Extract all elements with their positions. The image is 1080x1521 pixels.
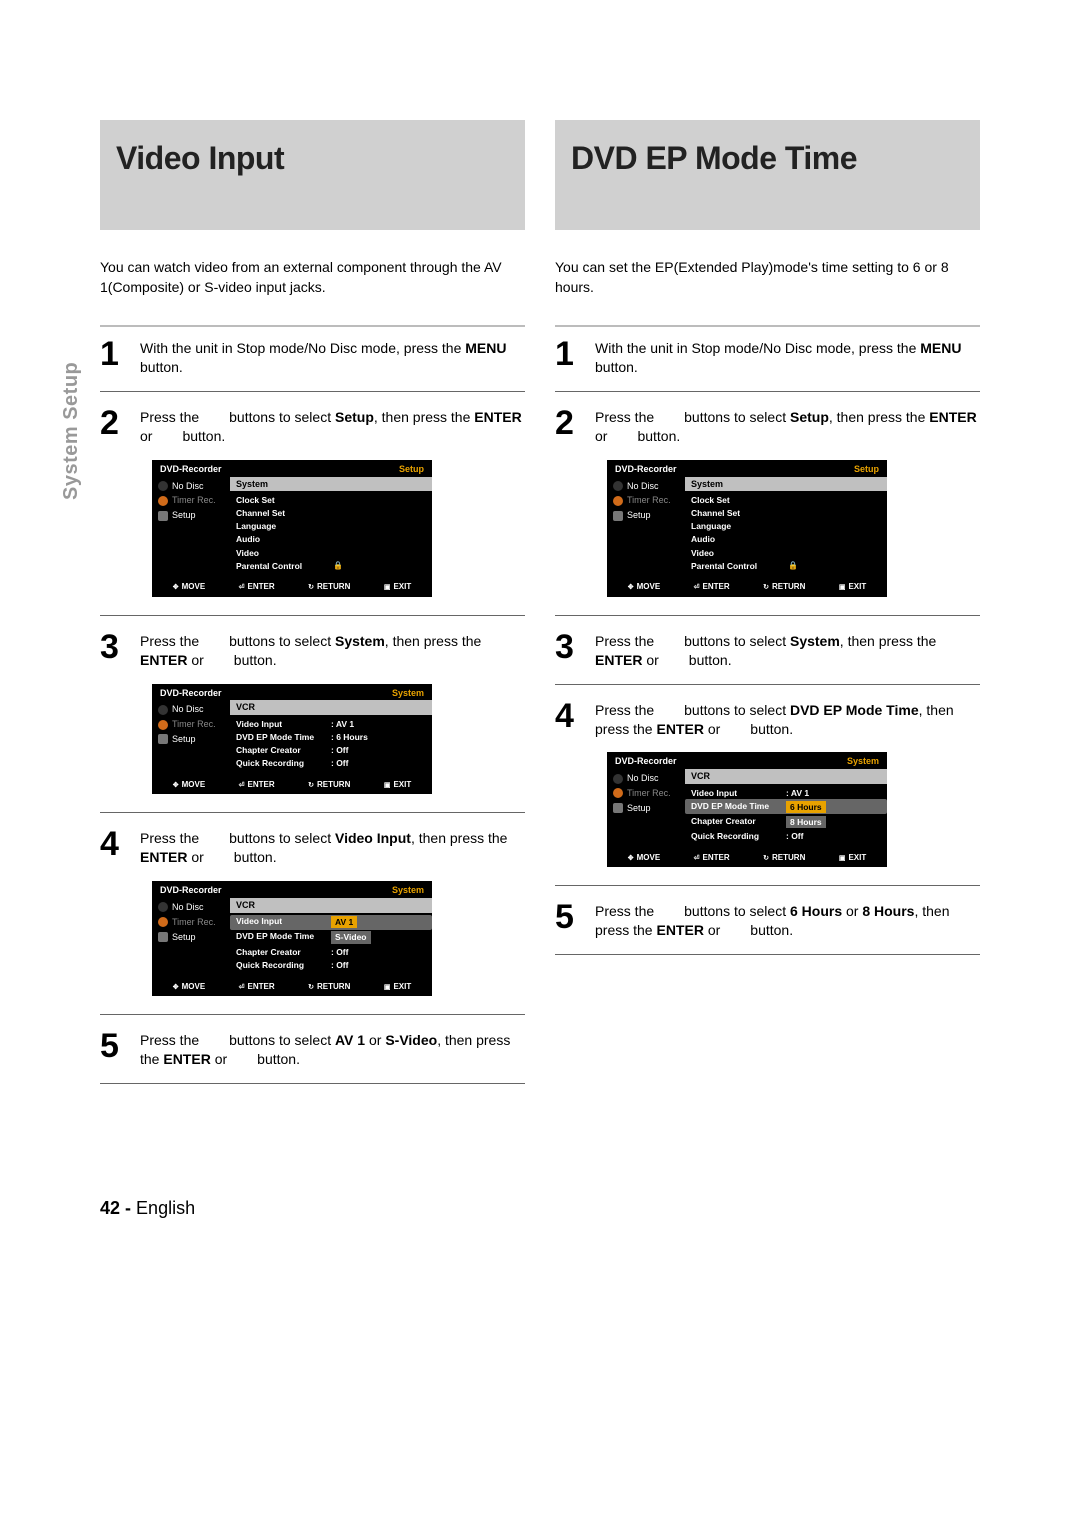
step-5: 5 Press thebuttons to select AV 1 or S-V… — [100, 1029, 525, 1084]
section-header-video-input: Video Input — [100, 120, 525, 230]
step-1: 1 With the unit in Stop mode/No Disc mod… — [100, 337, 525, 392]
gear-icon — [613, 803, 623, 813]
timer-icon — [158, 496, 168, 506]
osd-setup: DVD-Recorder Setup No Disc Timer Rec. Se… — [152, 460, 432, 597]
gear-icon — [158, 734, 168, 744]
page-number: 42 - — [100, 1198, 131, 1218]
divider — [555, 325, 980, 327]
left-column: Video Input You can watch video from an … — [100, 120, 525, 1098]
step-1: 1 With the unit in Stop mode/No Disc mod… — [555, 337, 980, 392]
osd-list: Clock Set Channel Set Language Audio Vid… — [230, 491, 432, 578]
step-2: 2 Press thebuttons to select Setup, then… — [100, 406, 525, 446]
step-number: 4 — [100, 827, 130, 867]
page-footer: 42 - English — [100, 1198, 980, 1219]
osd-list-header: System — [230, 477, 432, 492]
timer-icon — [613, 788, 623, 798]
step-text: Press thebuttons to select AV 1 or S-Vid… — [140, 1029, 525, 1069]
step-4: 4 Press thebuttons to select Video Input… — [100, 827, 525, 867]
step-number: 2 — [100, 406, 130, 446]
gear-icon — [613, 511, 623, 521]
osd-mode: Setup — [399, 464, 424, 475]
osd-system: DVD-Recorder System No Disc Timer Rec. S… — [152, 684, 432, 795]
disc-icon — [613, 774, 623, 784]
section-header-dvd-ep: DVD EP Mode Time — [555, 120, 980, 230]
osd-left-nav: No Disc Timer Rec. Setup — [152, 477, 230, 579]
step-3: 3 Press thebuttons to select System, the… — [555, 630, 980, 685]
title-dvd-ep: DVD EP Mode Time — [571, 140, 964, 177]
disc-icon — [158, 902, 168, 912]
osd-setup: DVD-Recorder Setup No Disc Timer Rec. Se… — [607, 460, 887, 597]
step-number: 3 — [100, 630, 130, 670]
intro-video-input: You can watch video from an external com… — [100, 258, 525, 297]
timer-icon — [158, 720, 168, 730]
page-lang: English — [136, 1198, 195, 1218]
disc-icon — [613, 481, 623, 491]
sidebar-section-label: System Setup — [60, 362, 83, 500]
osd-dvd-ep: DVD-Recorder System No Disc Timer Rec. S… — [607, 752, 887, 867]
page-columns: Video Input You can watch video from an … — [100, 120, 980, 1098]
gear-icon — [158, 511, 168, 521]
osd-footer: MOVE ENTER RETURN EXIT — [152, 578, 432, 596]
timer-icon — [158, 917, 168, 927]
gear-icon — [158, 932, 168, 942]
step-4: 4 Press thebuttons to select DVD EP Mode… — [555, 699, 980, 739]
timer-icon — [613, 496, 623, 506]
step-5: 5 Press thebuttons to select 6 Hours or … — [555, 900, 980, 955]
osd-title: DVD-Recorder — [160, 464, 222, 475]
step-number: 1 — [100, 337, 130, 377]
step-text: With the unit in Stop mode/No Disc mode,… — [140, 337, 525, 377]
disc-icon — [158, 705, 168, 715]
step-text: Press thebuttons to select Setup, then p… — [140, 406, 525, 446]
step-3: 3 Press thebuttons to select System, the… — [100, 630, 525, 670]
title-video-input: Video Input — [116, 140, 509, 177]
divider — [100, 325, 525, 327]
step-2: 2 Press thebuttons to select Setup, then… — [555, 406, 980, 446]
intro-dvd-ep: You can set the EP(Extended Play)mode's … — [555, 258, 980, 297]
osd-video-input: DVD-Recorder System No Disc Timer Rec. S… — [152, 881, 432, 996]
step-number: 5 — [100, 1029, 130, 1069]
step-text: Press thebuttons to select System, then … — [140, 630, 525, 670]
step-text: Press thebuttons to select Video Input, … — [140, 827, 525, 867]
disc-icon — [158, 481, 168, 491]
right-column: DVD EP Mode Time You can set the EP(Exte… — [555, 120, 980, 1098]
